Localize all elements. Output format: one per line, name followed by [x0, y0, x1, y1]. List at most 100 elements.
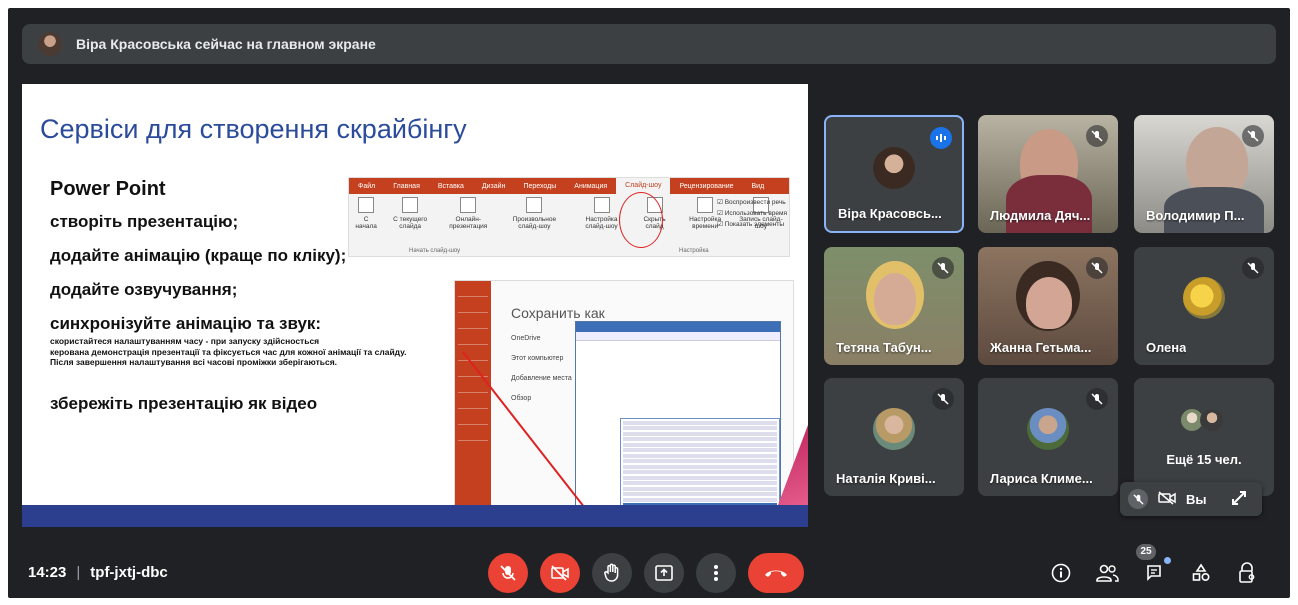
participant-tile[interactable]: Олена [1134, 247, 1274, 365]
participant-tile[interactable]: Тетяна Табун... [824, 247, 964, 365]
participant-name: Жанна Гетьма... [990, 340, 1092, 355]
participant-name: Лариса Климе... [990, 471, 1093, 486]
present-button[interactable] [644, 553, 684, 593]
slide-footer-bar [22, 505, 808, 527]
ribbon-group-label: Настройка [679, 248, 709, 254]
hand-icon [604, 563, 619, 582]
participant-avatar [1027, 408, 1069, 450]
more-options-button[interactable] [696, 553, 736, 593]
slide-step: створіть презентацію; [50, 212, 239, 231]
ribbon-tab: Вставка [437, 182, 464, 190]
slide-step: додайте анімацію (краще по кліку); [50, 246, 347, 265]
ribbon-tabs: Файл Главная Вставка Дизайн Переходы Ани… [349, 178, 789, 194]
ribbon-tab: Файл [358, 182, 376, 190]
more-participants-text: Ещё 15 чел. [1166, 452, 1242, 467]
participant-video [874, 273, 916, 325]
more-participants-tile[interactable]: Ещё 15 чел. [1134, 378, 1274, 496]
info-icon [1051, 563, 1071, 583]
presenter-avatar [38, 32, 62, 56]
slide-title: Сервіси для створення скрайбінгу [40, 114, 467, 144]
mic-off-icon [932, 257, 954, 279]
ribbon-tab: Главная [393, 182, 420, 190]
timing-icon [697, 197, 714, 213]
mic-off-icon [932, 388, 954, 410]
participant-tile[interactable]: Наталія Криві... [824, 378, 964, 496]
people-button[interactable] [1094, 560, 1120, 586]
saveas-screenshot: Сохранить как OneDrive Этот компьютер До… [454, 280, 794, 520]
slide-note-line: керована демонстрація презентації та фік… [50, 346, 407, 357]
banner-text: Віра Красовська сейчас на главном экране [76, 36, 376, 52]
participant-tile[interactable]: Лариса Климе... [978, 378, 1118, 496]
mic-off-icon [1086, 125, 1108, 147]
online-icon [460, 197, 477, 213]
participant-name: Людмила Дяч... [990, 208, 1091, 223]
slide-note-line: Після завершення налаштування всі часові… [50, 357, 338, 368]
ribbon-checks: ☑ Воспроизвести речь ☑ Использовать врем… [717, 199, 787, 228]
chat-button[interactable] [1142, 560, 1168, 586]
camera-off-icon [1158, 490, 1176, 508]
mic-off-icon [1086, 388, 1108, 410]
saveas-location: OneDrive [511, 335, 541, 342]
chat-notification-dot [1164, 557, 1171, 564]
participant-name: Олена [1146, 340, 1187, 355]
slide-note: скористайтеся налаштуванням часу - при з… [50, 336, 470, 368]
people-icon [1096, 564, 1119, 582]
custom-show-icon [526, 197, 543, 213]
meeting-code: tpf-jxtj-dbc [90, 564, 168, 581]
participant-tile[interactable]: Людмила Дяч... [978, 115, 1118, 233]
participant-tile[interactable]: Жанна Гетьма... [978, 247, 1118, 365]
self-label: Вы [1186, 491, 1207, 507]
participant-name: Володимир П... [1146, 208, 1245, 223]
ribbon-button: Онлайн-презентация [443, 197, 494, 230]
host-controls-button[interactable] [1234, 560, 1260, 586]
participant-name: Тетяна Табун... [836, 340, 932, 355]
more-avatars [1180, 408, 1224, 432]
speaking-icon [930, 127, 952, 149]
ribbon-tab: Анимация [574, 182, 608, 190]
slide-step: додайте озвучування; [50, 280, 238, 299]
ribbon-button: С текущего слайда [387, 197, 433, 230]
more-vert-icon [714, 565, 718, 581]
mic-off-icon [1086, 257, 1108, 279]
meeting-details-button[interactable] [1048, 560, 1074, 586]
camera-off-icon [551, 565, 569, 581]
raise-hand-button[interactable] [592, 553, 632, 593]
participant-video [1026, 277, 1072, 329]
camera-toggle-button[interactable] [540, 553, 580, 593]
slide-note-line: скористайтеся налаштуванням часу - при з… [50, 336, 320, 346]
ribbon-tab: Дизайн [481, 182, 506, 190]
ribbon-tab: Переходы [523, 182, 557, 190]
mic-toggle-button[interactable] [488, 553, 528, 593]
participant-avatar [1183, 277, 1225, 319]
setup-icon [593, 197, 610, 213]
chat-icon [1147, 565, 1161, 581]
activities-icon [1192, 563, 1210, 582]
mic-off-icon [500, 565, 516, 581]
expand-icon[interactable] [1231, 490, 1247, 509]
ribbon-screenshot: Файл Главная Вставка Дизайн Переходы Ани… [348, 177, 790, 257]
participant-tile[interactable]: Віра Красовсь... [824, 115, 964, 233]
red-annotation-circle [619, 192, 663, 248]
leave-call-button[interactable] [748, 553, 804, 593]
clock: 14:23 [28, 564, 67, 581]
mic-off-icon [1242, 257, 1264, 279]
save-dialog [575, 321, 781, 517]
saveas-heading: Сохранить как [511, 305, 605, 321]
saveas-location: Обзор [511, 395, 532, 402]
participant-name: Віра Красовсь... [838, 206, 942, 221]
saveas-location: Этот компьютер [511, 355, 564, 362]
present-icon [655, 565, 673, 581]
shared-screen: Сервіси для створення скрайбінгу Power P… [22, 84, 808, 527]
ribbon-tab: Рецензирование [679, 182, 734, 190]
participant-tile[interactable]: Володимир П... [1134, 115, 1274, 233]
backstage-sidebar [455, 281, 491, 519]
activities-button[interactable] [1188, 560, 1214, 586]
slide-step: синхронізуйте анімацію та звук: [50, 314, 322, 333]
saveas-location: Добавление места [511, 375, 572, 382]
self-view[interactable]: Вы [1120, 482, 1262, 516]
participant-avatar [873, 408, 915, 450]
hang-up-icon [765, 570, 787, 577]
presenting-banner: Віра Красовська сейчас на главном экране [22, 24, 1276, 64]
participant-count-badge: 25 [1136, 544, 1156, 560]
ribbon-button: Произвольное слайд-шоу [504, 197, 566, 230]
